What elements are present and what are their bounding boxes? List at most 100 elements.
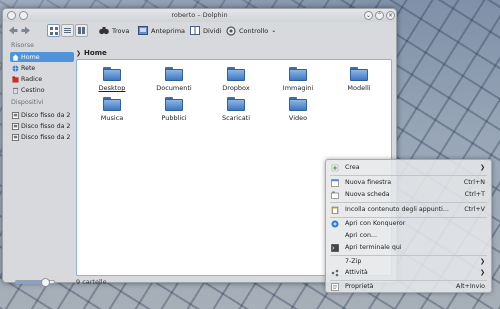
maximize-icon[interactable]: ⌃ — [375, 11, 384, 20]
new-window-icon — [331, 178, 339, 187]
preview-label: Anteprima — [151, 26, 186, 35]
properties-icon — [331, 282, 339, 291]
sidebar-item-disk-1[interactable]: Disco fisso da 2 — [10, 110, 74, 120]
view-icons-button[interactable] — [47, 24, 60, 37]
folder-item[interactable]: Scaricati — [211, 97, 261, 122]
home-icon — [12, 53, 19, 61]
menu-item-label: Nuova scheda — [345, 191, 390, 198]
shortcut: Ctrl+T — [464, 191, 485, 198]
menu-item-label: Apri con... — [345, 232, 377, 239]
folder-icon — [289, 67, 307, 81]
minimize-icon[interactable]: ⌄ — [364, 11, 373, 20]
konqueror-icon — [331, 220, 339, 227]
folder-item[interactable]: Musica — [87, 97, 137, 122]
folder-icon — [350, 67, 368, 81]
trash-icon — [12, 87, 19, 94]
back-button[interactable] — [8, 24, 21, 37]
status-text: 9 cartelle — [76, 278, 107, 286]
menu-item-label: Attività — [345, 269, 368, 276]
menu-item-activities[interactable]: Attività ❯ — [328, 267, 489, 278]
sidebar-item-label: Rete — [21, 64, 36, 72]
folder-item[interactable]: Video — [273, 97, 323, 122]
folder-label: Immagini — [282, 84, 314, 92]
chevron-right-icon: ❯ — [479, 258, 485, 265]
folder-label: Documenti — [156, 84, 192, 92]
menu-item-open-terminal[interactable]: Apri terminale qui — [328, 242, 489, 253]
folder-icon — [103, 97, 121, 111]
split-button[interactable]: Dividi — [190, 24, 221, 37]
sidebar-item-disk-3[interactable]: Disco fisso da 2 — [10, 132, 74, 142]
folder-label: Video — [288, 114, 308, 122]
view-columns-button[interactable] — [75, 24, 88, 37]
sidebar-item-label: Disco fisso da 2 — [21, 111, 71, 119]
hard-disk-icon — [12, 111, 19, 119]
folder-icon — [289, 97, 307, 111]
sidebar-item-label: Cestino — [21, 86, 45, 94]
forward-button[interactable] — [21, 24, 34, 37]
titlebar[interactable]: roberto – Dolphin ⌄ ⌃ × — [3, 9, 396, 22]
view-details-button[interactable] — [61, 24, 74, 37]
folder-label: Modelli — [347, 84, 371, 92]
folder-item[interactable]: Immagini — [273, 67, 323, 92]
find-label: Trova — [112, 26, 130, 35]
folder-label: Scaricati — [221, 114, 251, 122]
menu-item-create[interactable]: Crea ❯ — [328, 162, 489, 173]
find-button[interactable]: Trova — [99, 24, 129, 37]
hard-disk-icon — [12, 133, 19, 141]
sidebar-item-trash[interactable]: Cestino — [10, 85, 74, 95]
sidebar-item-label: Radice — [21, 75, 43, 83]
window-title: roberto – Dolphin — [171, 11, 228, 19]
menu-item-label: Nuova finestra — [345, 179, 392, 186]
folder-item[interactable]: Dropbox — [211, 67, 261, 92]
menu-item-new-tab[interactable]: Nuova scheda Ctrl+T — [328, 189, 489, 200]
binoculars-icon — [99, 27, 109, 35]
menu-item-open-konqueror[interactable]: Apri con Konqueror — [328, 218, 489, 229]
gear-icon — [226, 25, 236, 36]
split-label: Dividi — [203, 26, 222, 35]
folder-icon — [165, 67, 183, 81]
hard-disk-icon — [12, 122, 19, 130]
chevron-right-icon[interactable]: ❯ — [76, 50, 81, 57]
new-tab-icon — [331, 191, 339, 199]
folder-label: Desktop — [98, 84, 126, 92]
menu-item-open-with[interactable]: Apri con... — [328, 230, 489, 241]
places-panel: Risorse Home Rete Radice Cestino Disposi… — [9, 42, 75, 270]
folder-item[interactable]: Desktop — [87, 67, 137, 92]
menu-separator — [330, 202, 487, 203]
folder-item[interactable]: Documenti — [149, 67, 199, 92]
sidebar-item-label: Disco fisso da 2 — [21, 122, 71, 130]
shortcut: Ctrl+N — [463, 179, 485, 186]
zoom-slider[interactable] — [15, 278, 55, 287]
sidebar-item-home[interactable]: Home — [10, 52, 74, 62]
shortcut: Ctrl+V — [464, 206, 485, 213]
sidebar-item-disk-2[interactable]: Disco fisso da 2 — [10, 121, 74, 131]
menu-item-label: Apri terminale qui — [345, 244, 402, 251]
places-section-label: Risorse — [11, 42, 35, 49]
menu-item-label: Crea — [345, 164, 360, 171]
control-button[interactable]: Controllo ⌄ — [226, 24, 276, 37]
folder-label: Pubblici — [161, 114, 187, 122]
chevron-down-icon: ⌄ — [271, 27, 277, 34]
zoom-slider-handle[interactable] — [41, 278, 51, 287]
preview-button[interactable]: Anteprima — [138, 24, 185, 37]
folder-item[interactable]: Pubblici — [149, 97, 199, 122]
sidebar-item-root[interactable]: Radice — [10, 74, 74, 84]
sidebar-item-network[interactable]: Rete — [10, 63, 74, 73]
folder-item[interactable]: Modelli — [334, 67, 384, 92]
folder-icon — [103, 67, 121, 81]
menu-item-label: Proprietà — [345, 283, 374, 290]
preview-icon — [138, 26, 148, 35]
paste-icon — [331, 206, 339, 214]
menu-item-new-window[interactable]: Nuova finestra Ctrl+N — [328, 177, 489, 188]
close-icon[interactable]: × — [386, 11, 395, 20]
menu-item-7zip[interactable]: 7-Zip ❯ — [328, 256, 489, 267]
split-view-icon — [190, 26, 200, 35]
toolbar: Trova Anteprima Dividi Controllo ⌄ — [3, 22, 396, 39]
network-icon — [12, 64, 19, 72]
menu-item-paste[interactable]: Incolla contenuto degli appunti... Ctrl+… — [328, 204, 489, 215]
folder-label: Musica — [100, 114, 124, 122]
folder-icon — [165, 97, 183, 111]
menu-item-properties[interactable]: Proprietà Alt+Invio — [328, 281, 489, 292]
breadcrumb-home[interactable]: Home — [84, 49, 107, 57]
menu-separator — [330, 175, 487, 176]
